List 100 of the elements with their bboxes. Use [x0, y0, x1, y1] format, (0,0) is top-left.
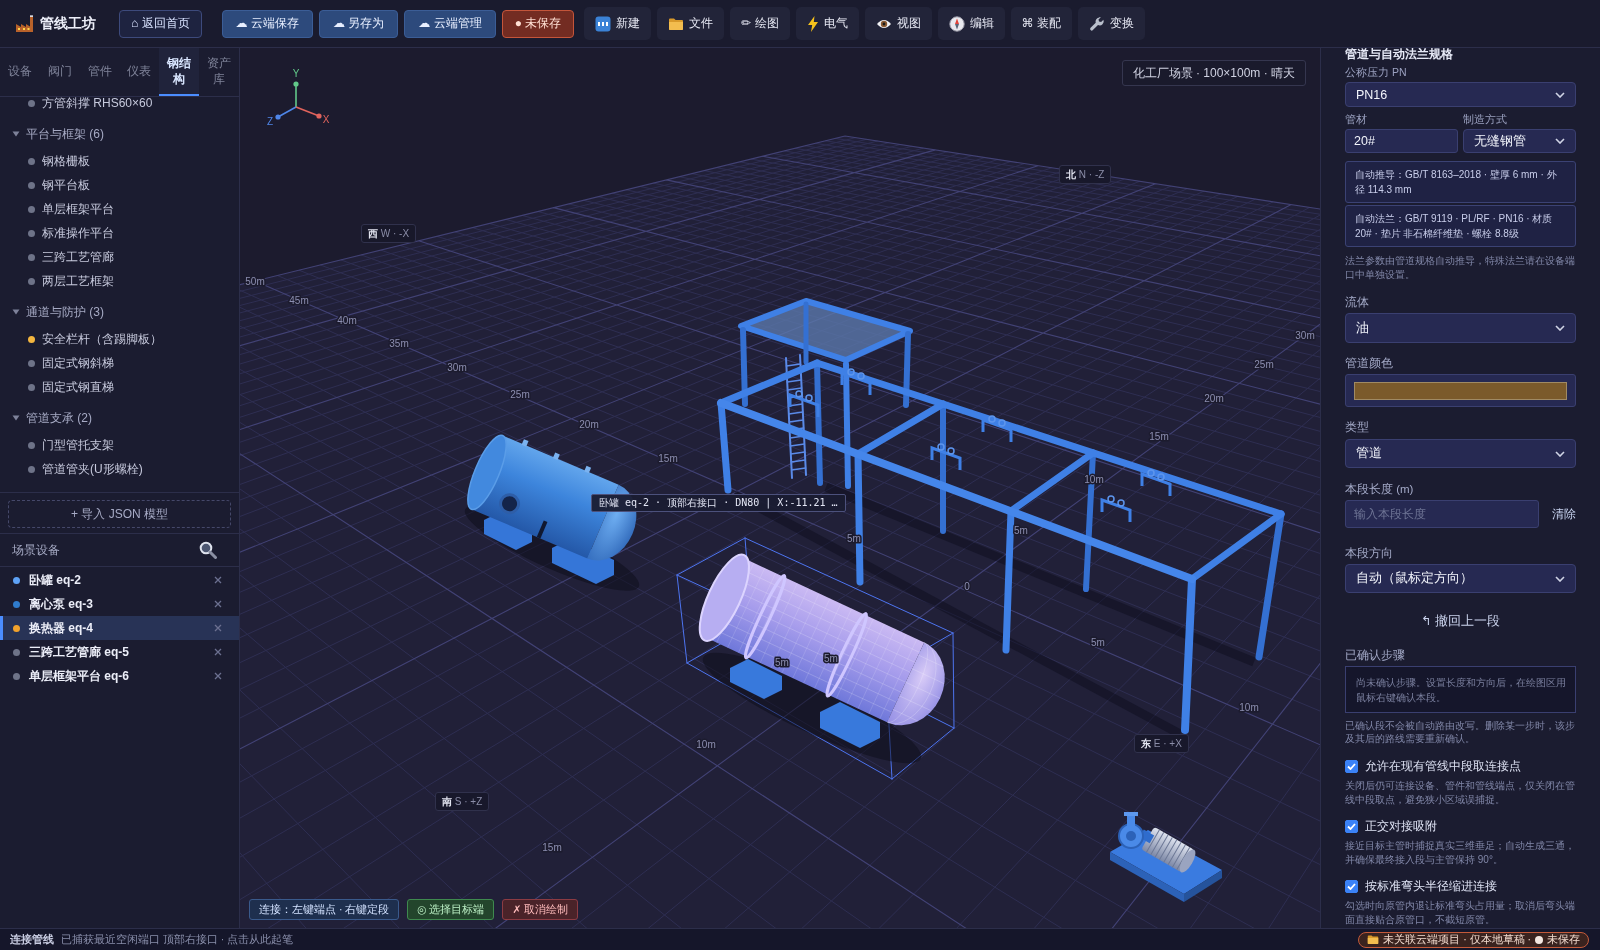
category-tab[interactable]: 阀门	[39, 48, 80, 96]
close-icon[interactable]	[214, 576, 222, 584]
select-target-button[interactable]: ◎ 选择目标端	[407, 899, 495, 920]
tree-group[interactable]: 通道与防护 (3)	[0, 300, 239, 324]
menu-button[interactable]: 视图	[864, 7, 932, 40]
scene-item[interactable]: 三跨工艺管廊 eq-5	[0, 640, 239, 664]
close-icon[interactable]	[214, 672, 222, 680]
axis-label: Y	[292, 67, 300, 79]
distance-label: 5m	[775, 656, 789, 668]
folder-icon	[1367, 934, 1380, 945]
distance-label: 20m	[579, 418, 599, 430]
toolbar-button[interactable]: ⌂ 返回首页	[119, 9, 202, 38]
toolbar-button[interactable]: ☁ 另存为	[318, 9, 399, 38]
close-icon[interactable]	[214, 600, 222, 608]
tree-item[interactable]: 固定式钢斜梯	[0, 351, 239, 375]
checkbox[interactable]	[1345, 879, 1358, 893]
distance-label: 10m	[696, 738, 716, 750]
clear-button[interactable]: 清除	[1552, 505, 1576, 523]
project-status-text: 未关联云端项目 · 仅本地草稿 ·	[1383, 932, 1531, 947]
tree-item[interactable]: 管道管夹(U形螺栓)	[0, 457, 239, 481]
tree-item[interactable]: 方管斜撑 RHS60×60	[0, 97, 239, 115]
distance-label: 10m	[1239, 701, 1259, 713]
checkmark-icon	[1347, 882, 1356, 890]
checkbox[interactable]	[1345, 819, 1358, 833]
category-tab[interactable]: 资产库	[199, 48, 239, 96]
menu-button[interactable]: ✏ 绘图	[730, 7, 790, 40]
pressure-select[interactable]: PN16	[1345, 82, 1576, 107]
menu-button[interactable]: 文件	[657, 7, 725, 40]
scene-item[interactable]: 离心泵 eq-3	[0, 592, 239, 616]
distance-label: 30m	[447, 361, 467, 373]
tree-item[interactable]: 钢平台板	[0, 173, 239, 197]
checkmark-icon	[1347, 822, 1356, 830]
compass-label: 东 E · +X	[1134, 734, 1189, 753]
tree-item[interactable]: 单层框架平台	[0, 197, 239, 221]
search-icon[interactable]	[199, 541, 217, 559]
compass-label: 西 W · -X	[361, 224, 417, 243]
distance-label: 5m	[1014, 524, 1028, 536]
tree-item[interactable]: 钢格栅板	[0, 149, 239, 173]
menu-button[interactable]: 编辑	[937, 7, 1005, 40]
menu-button[interactable]: 变换	[1077, 7, 1145, 40]
chevron-down-icon	[1555, 138, 1565, 144]
close-icon[interactable]	[214, 624, 222, 632]
port-tooltip: 卧罐 eq-2 · 顶部右接口 · DN80 | X:-11.21 …	[591, 494, 846, 512]
axis-label: X	[322, 113, 330, 125]
scene-item[interactable]: 单层框架平台 eq-6	[0, 664, 239, 688]
checkmark-icon	[1347, 762, 1356, 770]
distance-label: 25m	[510, 388, 530, 400]
import-button[interactable]: + 导入 JSON 模型	[8, 500, 231, 528]
type-select[interactable]: 管道	[1345, 439, 1576, 468]
field-label: 本段长度 (m)	[1345, 482, 1415, 496]
fluid-select[interactable]: 油	[1345, 313, 1576, 343]
toolbar-button[interactable]: ☁ 云端保存	[221, 9, 313, 38]
tree-item[interactable]: 门型管托支架	[0, 433, 239, 457]
material-field[interactable]: 20#	[1345, 129, 1458, 153]
category-tab[interactable]: 管件	[79, 48, 120, 96]
menu-button[interactable]: 电气	[795, 7, 859, 40]
scene-item[interactable]: 卧罐 eq-2	[0, 568, 239, 592]
menu-button[interactable]: ⌘ 装配	[1010, 7, 1072, 40]
chevron-down-icon	[1555, 325, 1565, 331]
checkbox[interactable]	[1345, 759, 1358, 773]
eye-icon	[875, 17, 892, 30]
info-box: 自动法兰：GB/T 9119 · PL/RF · PN16 · 材质 20# · 垫片 非石棉纤维垫 · 螺栓 8.8级	[1345, 205, 1576, 247]
square-badge-icon	[595, 15, 612, 32]
field-label: 已确认步骤	[1345, 648, 1406, 662]
tree-item[interactable]: 三跨工艺管廊	[0, 245, 239, 269]
cancel-draw-button[interactable]: ✗ 取消绘制	[502, 899, 579, 920]
category-tab[interactable]: 仪表	[119, 48, 160, 96]
tree-item[interactable]: 标准操作平台	[0, 221, 239, 245]
folder-icon	[668, 16, 685, 31]
tree-item[interactable]: 固定式钢直梯	[0, 375, 239, 399]
section-title: 场景设备	[12, 542, 60, 558]
info-box: 自动推导：GB/T 8163–2018 · 壁厚 6 mm · 外径 114.3 mm	[1345, 161, 1576, 203]
menu-button[interactable]: 新建	[584, 7, 652, 40]
close-icon[interactable]	[214, 648, 222, 656]
help-text: 勾选时向原管内退让标准弯头占用量；取消后弯头端面直接贴合原管口，不截短原管。	[1345, 899, 1576, 926]
field-label: 公称压力 PN	[1345, 65, 1408, 79]
color-field[interactable]	[1345, 374, 1576, 407]
tree-group[interactable]: 平台与框架 (6)	[0, 122, 239, 146]
tree-group[interactable]: 管道支承 (2)	[0, 406, 239, 430]
wrench-icon	[1088, 15, 1105, 32]
scene-info-label: 化工厂场景 · 100×100m · 晴天	[1121, 60, 1306, 86]
distance-label: 15m	[658, 452, 678, 464]
tree-item[interactable]: 两层工艺框架	[0, 269, 239, 293]
option-label: 允许在现有管线中段取连接点	[1365, 757, 1521, 775]
scene-item[interactable]: 换热器 eq-4	[0, 616, 239, 640]
method-select[interactable]: 无缝钢管	[1463, 129, 1576, 153]
field-label: 流体	[1345, 295, 1370, 309]
compass-label: 南 S · +Z	[435, 792, 490, 811]
toolbar-button[interactable]: ● 未保存	[501, 9, 575, 38]
help-text: 接近目标主管时捕捉真实三维垂足；自动生成三通，并确保最终接入段与主管保持 90°。	[1345, 839, 1576, 866]
tree-item[interactable]: 安全栏杆（含踢脚板）	[0, 327, 239, 351]
distance-label: 50m	[245, 275, 265, 287]
help-text: 关闭后仍可连接设备、管件和管线端点，仅关闭在管线中段取点，避免狭小区域误捕捉。	[1345, 779, 1576, 806]
help-text: 法兰参数由管道规格自动推导，特殊法兰请在设备端口中单独设置。	[1345, 254, 1576, 282]
chevron-down-icon	[1555, 91, 1565, 98]
category-tab[interactable]: 钢结构	[159, 48, 200, 96]
undo-button[interactable]: ↰ 撤回上一段	[1415, 610, 1506, 632]
toolbar-button[interactable]: ☁ 云端管理	[404, 9, 496, 38]
direction-select[interactable]: 自动（鼠标定方向）	[1345, 564, 1576, 593]
category-tab[interactable]: 设备	[0, 48, 40, 96]
